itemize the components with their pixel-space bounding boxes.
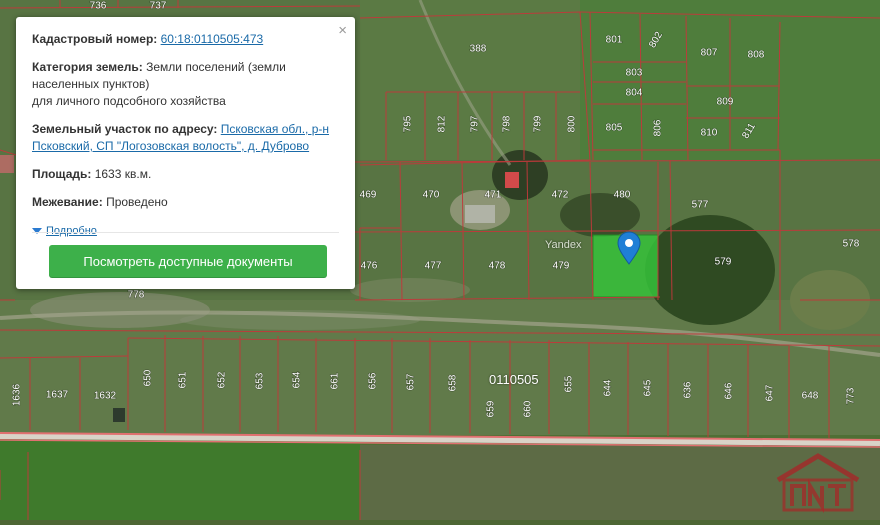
parcel-number-654: 654 <box>292 371 303 388</box>
parcel-number-660: 660 <box>523 400 534 417</box>
parcel-number-806: 806 <box>653 119 664 136</box>
parcel-number-808: 808 <box>748 50 765 61</box>
parcel-number-795: 795 <box>403 115 414 132</box>
parcel-number-804: 804 <box>626 88 643 99</box>
parcel-number-778: 778 <box>128 290 145 301</box>
parcel-number-480: 480 <box>614 190 631 201</box>
parcel-number-809: 809 <box>717 97 734 108</box>
parcel-number-799: 799 <box>533 115 544 132</box>
parcel-number-658: 658 <box>448 374 459 391</box>
survey-label: Межевание: <box>32 195 103 209</box>
details-toggle[interactable]: Подробно <box>32 223 97 240</box>
parcel-number-476: 476 <box>361 261 378 272</box>
cadastral-number-link[interactable]: 60:18:0110505:473 <box>161 32 264 46</box>
cadastral-number-row: Кадастровый номер: 60:18:0110505:473 <box>32 31 339 48</box>
parcel-number-647: 647 <box>765 384 776 401</box>
parcel-number-803: 803 <box>626 68 643 79</box>
parcel-number-645: 645 <box>643 379 654 396</box>
land-category-value-1: Земли поселений (земли <box>146 60 286 74</box>
block-number-label: 0110505 <box>489 372 539 387</box>
area-label: Площадь: <box>32 167 92 181</box>
yandex-watermark: Yandex <box>545 239 582 251</box>
parcel-number-801: 801 <box>606 35 623 46</box>
parcel-number-773: 773 <box>846 387 857 404</box>
survey-row: Межевание: Проведено <box>32 194 339 211</box>
parcel-number-471: 471 <box>485 190 502 201</box>
parcel-number-736: 736 <box>90 1 107 12</box>
parcel-number-650: 650 <box>143 369 154 386</box>
view-documents-button[interactable]: Посмотреть доступные документы <box>49 245 327 278</box>
parcel-number-477: 477 <box>425 261 442 272</box>
cadastral-info-popup: × Кадастровый номер: 60:18:0110505:473 К… <box>16 17 355 289</box>
parcel-number-472: 472 <box>552 190 569 201</box>
land-category-value-2: населенных пунктов) <box>32 77 150 91</box>
parcel-number-651: 651 <box>178 371 189 388</box>
address-label: Земельный участок по адресу: <box>32 122 218 136</box>
parcel-number-578: 578 <box>843 239 860 250</box>
area-value: 1633 кв.м. <box>94 167 152 181</box>
address-row: Земельный участок по адресу: Псковская о… <box>32 121 339 155</box>
parcel-number-810: 810 <box>701 128 718 139</box>
parcel-number-737: 737 <box>150 1 167 12</box>
parcel-number-805: 805 <box>606 123 623 134</box>
parcel-number-479: 479 <box>553 261 570 272</box>
details-link[interactable]: Подробно <box>46 223 97 240</box>
company-logo-icon <box>776 453 860 514</box>
parcel-number-1632: 1632 <box>94 391 117 402</box>
parcel-number-1636: 1636 <box>12 383 23 406</box>
parcel-number-797: 797 <box>470 115 481 132</box>
parcel-number-655: 655 <box>564 375 575 392</box>
parcel-number-800: 800 <box>567 115 578 132</box>
address-link-2[interactable]: Псковский, СП "Логозовская волость", д. … <box>32 139 309 153</box>
parcel-number-807: 807 <box>701 48 718 59</box>
area-row: Площадь: 1633 кв.м. <box>32 166 339 183</box>
land-category-value-3: для личного подсобного хозяйства <box>32 94 226 108</box>
survey-value: Проведено <box>106 195 168 209</box>
parcel-number-798: 798 <box>502 115 513 132</box>
parcel-number-646: 646 <box>724 382 735 399</box>
parcel-number-579: 579 <box>715 257 732 268</box>
parcel-number-388: 388 <box>470 44 487 55</box>
parcel-number-659: 659 <box>486 400 497 417</box>
land-category-row: Категория земель: Земли поселений (земли… <box>32 59 339 110</box>
parcel-number-657: 657 <box>406 373 417 390</box>
parcel-number-577: 577 <box>692 200 709 211</box>
address-link-1[interactable]: Псковская обл., р-н <box>221 122 329 136</box>
parcel-number-812: 812 <box>437 115 448 132</box>
parcel-number-653: 653 <box>255 372 266 389</box>
parcel-number-478: 478 <box>489 261 506 272</box>
parcel-number-469: 469 <box>360 190 377 201</box>
triangle-down-icon <box>32 228 42 234</box>
parcel-number-636: 636 <box>683 381 694 398</box>
cadastral-number-label: Кадастровый номер: <box>32 32 158 46</box>
parcel-number-661: 661 <box>330 372 341 389</box>
parcel-number-1637: 1637 <box>46 390 69 401</box>
parcel-number-652: 652 <box>217 371 228 388</box>
parcel-number-644: 644 <box>603 379 614 396</box>
parcel-number-656: 656 <box>368 372 379 389</box>
popup-divider <box>32 232 339 233</box>
parcel-number-470: 470 <box>423 190 440 201</box>
land-category-label: Категория земель: <box>32 60 143 74</box>
close-icon[interactable]: × <box>338 23 347 38</box>
parcel-number-648: 648 <box>802 391 819 402</box>
